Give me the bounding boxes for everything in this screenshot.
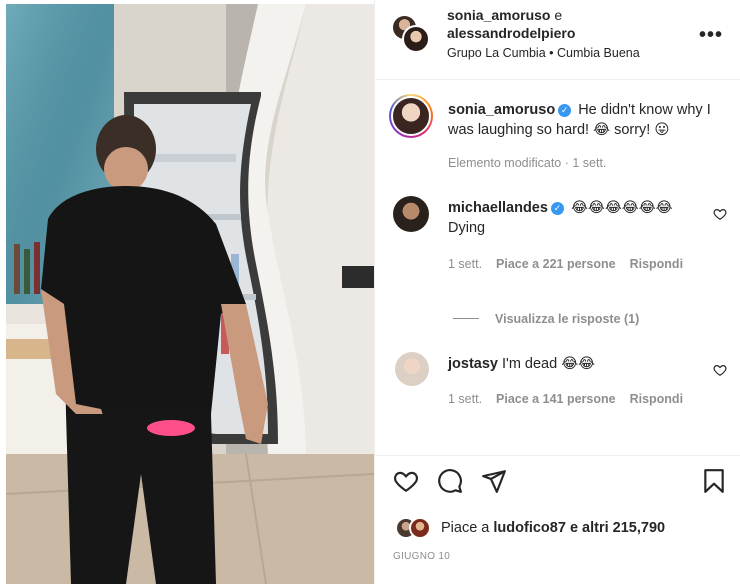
post-date[interactable]: GIUGNO 10 [393, 551, 450, 562]
comment-username[interactable]: michaellandes [448, 200, 548, 216]
comment-time: 1 sett. [448, 392, 483, 406]
view-replies-button[interactable]: Visualizza le risposte (1) [453, 312, 639, 326]
more-options-button[interactable]: ••• [699, 24, 723, 47]
avatar[interactable] [389, 94, 433, 138]
author-link-1[interactable]: sonia_amoruso [447, 7, 550, 23]
caption-meta: Elemento modificato · 1 sett. [448, 156, 607, 170]
audio-link[interactable]: Grupo La Cumbia • Cumbia Buena [447, 46, 640, 60]
comment-text: jostasy I'm dead 😂😂 [448, 354, 718, 374]
send-icon[interactable] [481, 468, 507, 494]
avatar[interactable] [395, 352, 429, 386]
comment-emojis: 😂😂😂😂😂😂 [570, 200, 673, 216]
comment-text: michaellandes ✓ 😂😂😂😂😂😂 Dying [448, 198, 718, 238]
comment-likes-link[interactable]: Piace a 141 persone [496, 392, 616, 406]
comment-username[interactable]: jostasy [448, 356, 498, 372]
reply-button[interactable]: Rispondi [630, 392, 683, 406]
likes-prefix: Piace a [441, 520, 494, 536]
comment-time: 1 sett. [448, 257, 483, 271]
post-photo [6, 4, 374, 584]
view-replies-label: Visualizza le risposte (1) [495, 312, 640, 326]
reply-button[interactable]: Rispondi [630, 257, 683, 271]
post-panel: sonia_amoruso e alessandrodelpiero Grupo… [374, 0, 740, 584]
verified-icon: ✓ [550, 202, 564, 215]
bookmark-icon[interactable] [701, 468, 727, 494]
comment-meta: 1 sett. Piace a 221 persone Rispondi [448, 257, 697, 271]
post-media[interactable] [6, 4, 374, 584]
post-actions: Piace a ludofico87 e altri 215,790 GIUGN… [375, 455, 740, 584]
post-header: sonia_amoruso e alessandrodelpiero Grupo… [375, 0, 740, 80]
comment-likes-link[interactable]: Piace a 221 persone [496, 257, 616, 271]
collab-avatars[interactable] [391, 14, 431, 54]
caption-text: sonia_amoruso ✓ He didn't know why I was … [448, 100, 718, 140]
comment-meta: 1 sett. Piace a 141 persone Rispondi [448, 392, 697, 406]
replies-divider [453, 318, 479, 319]
comment-body: Dying [448, 220, 486, 236]
more-horizontal-icon: ••• [698, 24, 723, 46]
heart-icon[interactable] [713, 363, 727, 377]
heart-icon[interactable] [393, 468, 419, 494]
avatar[interactable] [409, 517, 431, 539]
heart-icon[interactable] [713, 207, 727, 221]
likes-text: Piace a ludofico87 e altri 215,790 [441, 520, 665, 536]
likes-others-link[interactable]: e altri 215,790 [566, 520, 665, 536]
avatar[interactable] [393, 196, 429, 232]
author-link-2[interactable]: alessandrodelpiero [447, 25, 575, 41]
caption-username[interactable]: sonia_amoruso [448, 102, 555, 118]
likes-user-link[interactable]: ludofico87 [493, 520, 566, 536]
comment-icon[interactable] [437, 468, 463, 494]
verified-icon: ✓ [558, 104, 572, 117]
author-conjunction: e [554, 7, 563, 23]
comment-body: I'm dead 😂😂 [502, 356, 596, 372]
avatar[interactable] [402, 25, 430, 53]
post-authors: sonia_amoruso e alessandrodelpiero [447, 6, 575, 42]
